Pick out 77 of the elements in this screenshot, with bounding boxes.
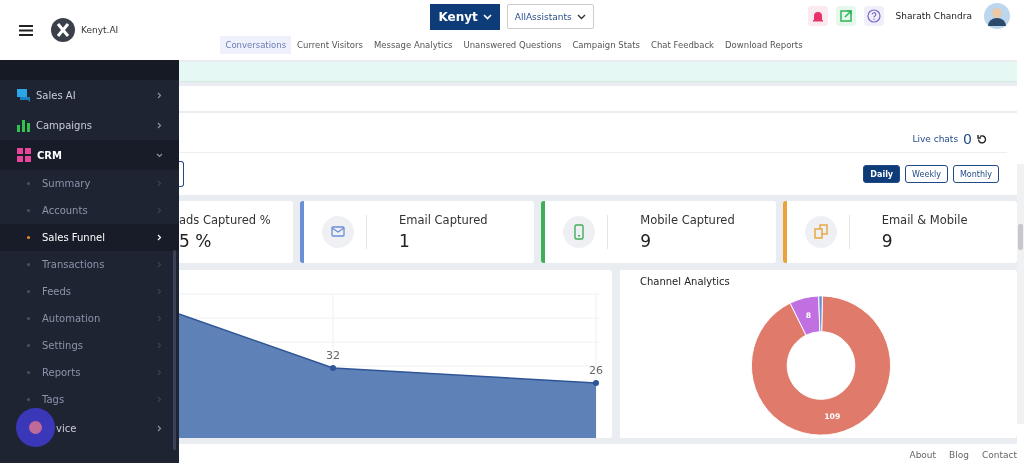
point-label: 32 — [326, 349, 340, 362]
stat-value: 9 — [640, 231, 653, 251]
chevron-icon — [156, 91, 163, 99]
chat-launcher-button[interactable] — [16, 408, 55, 447]
scrollbar[interactable] — [173, 250, 176, 450]
nav-tab[interactable]: Message Analytics — [368, 36, 458, 54]
slice-label: 8 — [805, 311, 812, 321]
logo-icon — [51, 18, 75, 42]
footer-link[interactable]: Contact — [982, 450, 1017, 463]
sidebar-subitem[interactable]: Sales Funnel — [0, 224, 179, 251]
sidebar-subitem[interactable]: Automation — [0, 305, 179, 332]
date-field[interactable] — [179, 161, 184, 187]
chat-icon — [17, 88, 30, 102]
external-link-icon[interactable] — [835, 6, 856, 26]
chevron-icon — [156, 369, 163, 376]
stat-value: 1 — [399, 231, 411, 251]
footer-link[interactable]: About — [909, 450, 937, 463]
sidebar-subitem[interactable]: Reports — [0, 359, 179, 386]
chevron-icon — [156, 261, 163, 268]
sidebar-subitem[interactable]: Settings — [0, 332, 179, 359]
sidebar-item[interactable]: Sales AI — [0, 80, 179, 110]
chevron-icon — [156, 342, 163, 349]
sidebar-subitem[interactable]: Tags — [0, 386, 179, 413]
chevron-icon — [156, 234, 163, 241]
live-chats-label: Live chats — [912, 134, 959, 144]
stat-label: Email Captured — [399, 213, 488, 227]
user-name: Sharath Chandra — [895, 11, 972, 21]
chevron-icon — [156, 121, 163, 129]
sidebar-item[interactable]: vice — [0, 413, 179, 443]
nav-tab[interactable]: Chat Feedback — [646, 36, 720, 54]
nav-tab[interactable]: Current Visitors — [292, 36, 368, 54]
refresh-icon[interactable] — [977, 134, 987, 144]
grid-icon — [17, 148, 31, 162]
period-button[interactable]: Weekly — [905, 165, 948, 183]
nav-tab[interactable]: Unanswered Questions — [458, 36, 567, 54]
alarm-icon[interactable] — [807, 6, 828, 26]
avatar[interactable] — [984, 3, 1010, 29]
point-label: 26 — [589, 364, 603, 377]
stat-value: 9 — [881, 231, 894, 251]
sidebar-subitem[interactable]: Accounts — [0, 197, 179, 224]
sidebar-item[interactable]: Campaigns — [0, 110, 179, 140]
bar-chart-icon — [17, 118, 30, 132]
chevron-icon — [156, 315, 163, 322]
chevron-icon — [156, 396, 163, 403]
nav-tab[interactable]: Campaign Stats — [567, 36, 645, 54]
sidebar-subitem[interactable]: Summary — [0, 170, 179, 197]
live-chats-count: 0 — [963, 131, 972, 147]
nav-tab[interactable]: Conversations — [220, 36, 292, 54]
workspace-dropdown[interactable]: Kenyt — [430, 4, 500, 30]
assistant-dropdown[interactable]: AllAssistants — [506, 4, 594, 29]
caret-icon — [576, 13, 586, 20]
phone-icon — [563, 216, 596, 248]
chart-title: Channel Analytics — [640, 276, 730, 287]
help-icon[interactable] — [863, 6, 884, 26]
slice-label: 109 — [824, 411, 841, 421]
chevron-icon — [156, 151, 163, 159]
nav-tab[interactable]: Download Reports — [720, 36, 808, 54]
stat-value: 5 % — [179, 231, 213, 251]
chevron-icon — [156, 424, 163, 432]
sidebar-subitem[interactable]: Transactions — [0, 251, 179, 278]
stat-label: Email & Mobile — [881, 213, 968, 227]
sidebar-item[interactable]: CRM — [0, 140, 179, 170]
stat-label: ads Captured % — [179, 213, 271, 227]
chevron-icon — [156, 207, 163, 214]
period-button[interactable]: Daily — [863, 165, 901, 183]
brand-name: Kenyt.AI — [81, 25, 119, 35]
sidebar-subitem[interactable]: Feeds — [0, 278, 179, 305]
period-button[interactable]: Monthly — [952, 165, 999, 183]
chevron-icon — [156, 180, 163, 187]
chevron-icon — [156, 288, 163, 295]
footer-link[interactable]: Blog — [949, 450, 969, 463]
mail-icon — [322, 216, 354, 248]
scrollbar-thumb[interactable] — [1018, 224, 1023, 250]
caret-icon — [482, 14, 492, 20]
stat-label: Mobile Captured — [640, 213, 735, 227]
menu-icon[interactable] — [19, 24, 33, 36]
copy-icon — [804, 216, 837, 248]
